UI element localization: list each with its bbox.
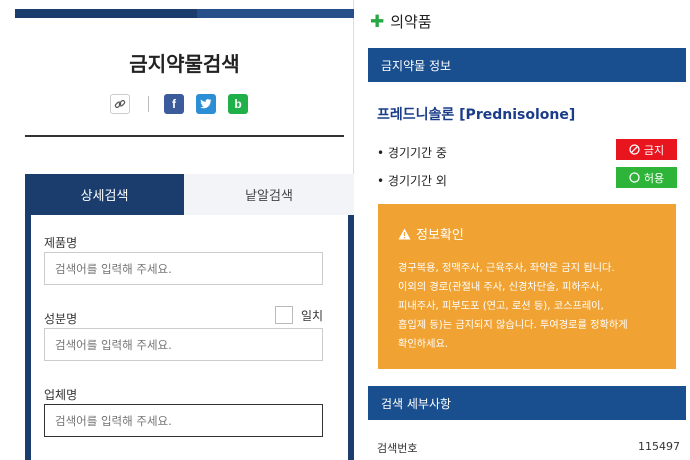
notice-box: 정보확인 경구복용, 정맥주사, 근육주사, 좌약은 금지 됩니다. 이외의 경…	[378, 204, 676, 369]
prohibited-icon	[629, 144, 640, 155]
info-bar: 금지약물 정보	[368, 48, 686, 82]
ingredient-name-label: 성분명	[44, 312, 78, 326]
company-name-input[interactable]	[44, 404, 323, 437]
notice-line: 확인하세요.	[398, 339, 449, 350]
search-tabs: 상세검색 낱알검색	[25, 174, 354, 215]
company-name-label: 업체명	[44, 388, 78, 402]
notice-line: 흡입제 등)는 금지되지 않습니다. 투여경로를 정확하게	[398, 320, 628, 331]
twitter-share-button[interactable]	[196, 94, 216, 114]
out-competition-row: • 경기기간 외	[377, 174, 447, 188]
plus-icon: ✚	[370, 11, 385, 32]
link-icon	[114, 99, 126, 109]
product-name-input[interactable]	[44, 252, 323, 285]
section-header-label: 의약품	[390, 13, 432, 31]
warning-icon	[398, 228, 411, 239]
facebook-icon: f	[172, 97, 176, 111]
twitter-icon	[200, 99, 212, 109]
notice-line: 피내주사, 피부도포 (연고, 로션 등), 코스프레이,	[398, 301, 604, 312]
drug-name: 프레드니솔론 [Prednisolone]	[377, 107, 576, 123]
product-name-label: 제품명	[44, 236, 78, 250]
section-header: ✚ 의약품	[370, 11, 432, 32]
exact-match-label: 일치	[301, 309, 324, 323]
out-competition-label: 경기기간 외	[387, 174, 447, 188]
prohibited-badge-label: 금지	[643, 143, 665, 157]
search-panel: 금지약물검색 f b 상세검색 낱알검색 제품명 성분명 일치	[15, 0, 354, 460]
notice-title: 정보확인	[398, 224, 658, 243]
blog-share-button[interactable]: b	[228, 94, 248, 114]
tab-pill-search[interactable]: 낱알검색	[184, 174, 354, 215]
notice-line: 이외의 경로(관절내 주사, 신경차단술, 피하주사,	[398, 282, 603, 293]
facebook-share-button[interactable]: f	[164, 94, 184, 114]
search-number-label: 검색번호	[377, 442, 418, 455]
tab-detail-search[interactable]: 상세검색	[25, 174, 184, 215]
divider	[148, 96, 149, 112]
search-form: 제품명 성분명 일치 업체명	[25, 215, 354, 460]
page-title: 금지약물검색	[129, 52, 240, 76]
share-bar: f b	[110, 93, 248, 115]
allowed-badge-label: 허용	[643, 171, 665, 185]
link-copy-button[interactable]	[110, 94, 130, 114]
drug-info-panel: ✚ 의약품 금지약물 정보 프레드니솔론 [Prednisolone] • 경기…	[360, 0, 690, 460]
notice-title-label: 정보확인	[416, 228, 464, 243]
blog-icon: b	[234, 97, 242, 111]
notice-line: 경구복용, 정맥주사, 근육주사, 좌약은 금지 됩니다.	[398, 263, 615, 274]
notice-text: 경구복용, 정맥주사, 근육주사, 좌약은 금지 됩니다. 이외의 경로(관절내…	[398, 259, 658, 354]
search-number-value: 115497	[638, 440, 680, 453]
in-competition-row: • 경기기간 중	[377, 146, 447, 160]
title-divider	[25, 135, 344, 137]
in-competition-label: 경기기간 중	[387, 146, 447, 160]
prohibited-badge: 금지	[616, 139, 677, 160]
detail-bar: 검색 세부사항	[368, 386, 686, 420]
ingredient-name-input[interactable]	[44, 328, 323, 361]
allowed-badge: 허용	[616, 167, 677, 188]
allowed-icon	[629, 172, 640, 183]
top-accent-bar	[15, 9, 354, 18]
exact-match-checkbox[interactable]	[275, 306, 293, 324]
